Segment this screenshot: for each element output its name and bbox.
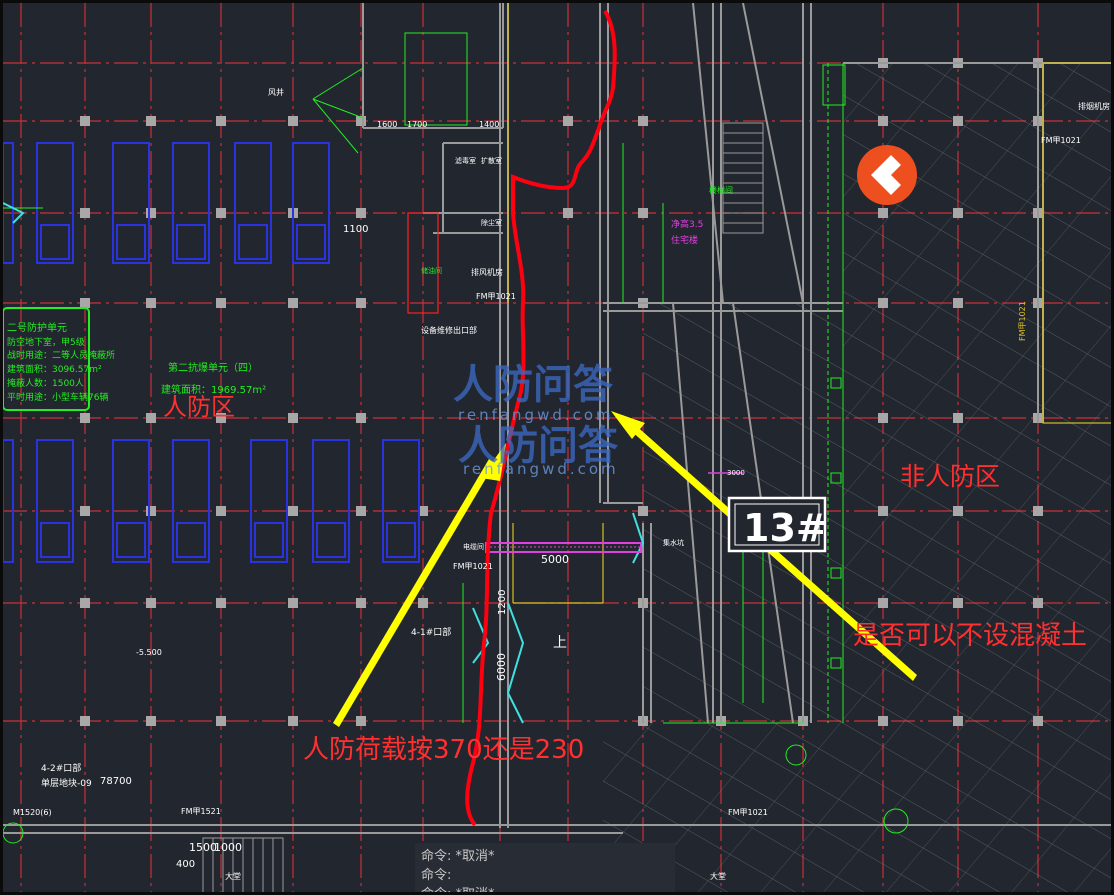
level-mark: -5.500 [136, 648, 162, 657]
room-label: 除尘室 [481, 218, 502, 227]
door-label: FM甲1021 [1018, 301, 1027, 341]
dim-1000: 1000 [214, 841, 242, 854]
door-label: FM甲1521 [181, 807, 221, 816]
dim-5000: 5000 [541, 553, 569, 566]
door-label: FM甲1021 [453, 562, 493, 571]
room-label: 住宅楼 [671, 234, 698, 246]
logo-mark [857, 145, 917, 205]
civil-defense-zone-label: 人防区 [163, 393, 235, 421]
watermark-url-1: renfangwd.com [458, 406, 614, 424]
ramp-up-label: 上 [553, 635, 567, 651]
command-line-panel[interactable]: 命令: *取消* 命令: 命令: *取消* [415, 843, 675, 892]
info-box-line: 战时用途：二等人员掩蔽所 [7, 349, 115, 361]
building-tag-text: 13# [743, 506, 828, 550]
room-label: 楼梯间 [709, 185, 733, 195]
room-label: 大堂 [710, 871, 726, 881]
dim-78700: 78700 [100, 776, 132, 787]
exit-label: 4-1#口部 [411, 626, 451, 638]
dim-1700: 1700 [407, 120, 427, 129]
dim-1400: 1400 [479, 120, 499, 129]
dim-3000: 3000 [727, 469, 745, 477]
unit-label: 第二抗爆单元（四） [168, 361, 258, 374]
room-label: 集水坑 [663, 538, 684, 547]
room-label: 净高3.5 [671, 218, 703, 230]
dim-1200: 1200 [497, 590, 508, 615]
room-label: 大堂 [225, 871, 241, 881]
door-label: FM甲1021 [728, 808, 768, 817]
parking-stalls-row-1 [3, 142, 330, 264]
dim-400: 400 [176, 859, 195, 870]
watermark-cn-1: 人防问答 [453, 362, 614, 408]
door-label: FM甲1021 [476, 292, 516, 301]
command-history-line: 命令: [421, 868, 452, 883]
dim-1100: 1100 [343, 224, 368, 235]
exit-label: 4-2#口部 [41, 762, 81, 774]
room-label: 排烟机房 [1078, 101, 1110, 111]
room-label: 电缆间 [463, 542, 484, 551]
watermark-url-2: renfangwd.com [463, 460, 619, 478]
info-box-line: 防空地下室，甲5级 [7, 336, 85, 348]
door-label: FM甲1021 [1041, 136, 1081, 145]
parking-stalls-row-2 [3, 439, 420, 563]
block-label: 单层地块-09 [41, 777, 92, 789]
room-label: 排风机房 [471, 267, 503, 277]
dim-1500: 1500 [189, 841, 217, 854]
door-label: M1520(6) [13, 808, 52, 817]
info-box-line: 建筑面积：3096.57m² [7, 363, 102, 375]
info-box-line: 掩蔽人数：1500人 [7, 377, 84, 389]
command-input-line[interactable]: 命令: *取消* [421, 883, 495, 892]
command-history-line: 命令: *取消* [421, 849, 495, 864]
unit-area: 建筑面积：1969.57m² [161, 383, 266, 396]
room-label: 滤毒室 [455, 156, 476, 165]
question-load: 人防荷载按370还是230 [303, 735, 584, 765]
question-concrete: 是否可以不设混凝土 [853, 621, 1087, 651]
room-label: 储油间 [421, 266, 442, 275]
room-label: 风井 [268, 87, 284, 97]
exit-note: 设备维修出口部 [421, 325, 477, 335]
dim-6000: 6000 [495, 653, 508, 681]
info-box-line: 平时用途：小型车辆76辆 [7, 391, 108, 403]
cad-drawing-canvas[interactable]: 人防问答 renfangwd.com 人防问答 renfangwd.com 人防… [3, 3, 1114, 895]
non-civil-defense-zone-label: 非人防区 [900, 462, 1000, 491]
room-label: 扩散室 [481, 156, 502, 165]
info-box-title: 二号防护单元 [7, 321, 67, 334]
cad-viewport[interactable]: 人防问答 renfangwd.com 人防问答 renfangwd.com 人防… [0, 0, 1114, 895]
dim-1600: 1600 [377, 120, 397, 129]
